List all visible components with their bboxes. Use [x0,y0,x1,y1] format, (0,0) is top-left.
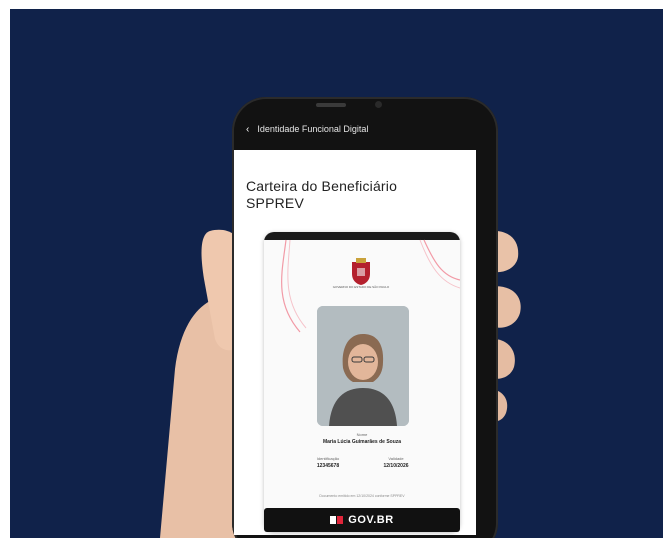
card-footnote: Documento emitido em 12/10/2024 conforme… [319,494,405,498]
coat-of-arms-icon [352,258,370,285]
id-label: Identificação [316,456,340,461]
beneficiary-photo [317,306,409,426]
crest-caption: GOVERNO DO ESTADO DE SÃO PAULO [332,285,390,289]
govbr-label: GOV.BR [348,514,394,526]
page-title: Carteira do Beneficiário SPPREV [246,178,398,211]
arrow-left-icon[interactable]: ‹ [246,124,249,135]
name-value: Maria Lúcia Guimarães de Souza [322,439,402,445]
govbr-bar[interactable]: GOV.BR [264,508,460,532]
app-topbar: ‹ Identidade Funcional Digital [246,118,466,140]
beneficiary-card: GOVERNO DO ESTADO DE SÃO PAULO Nome Mari… [264,232,460,532]
phone-speaker [316,103,346,107]
phone-screen: Carteira do Beneficiário SPPREV GOVERNO … [234,150,476,535]
topbar-title: Identidade Funcional Digital [257,124,369,134]
validity-value: 12/10/2026 [383,463,409,469]
validity-label: Validade [388,456,404,461]
name-label: Nome [356,432,368,437]
phone-camera [375,101,382,108]
id-value: 12345678 [316,463,340,469]
govbr-logo-icon [330,516,344,524]
